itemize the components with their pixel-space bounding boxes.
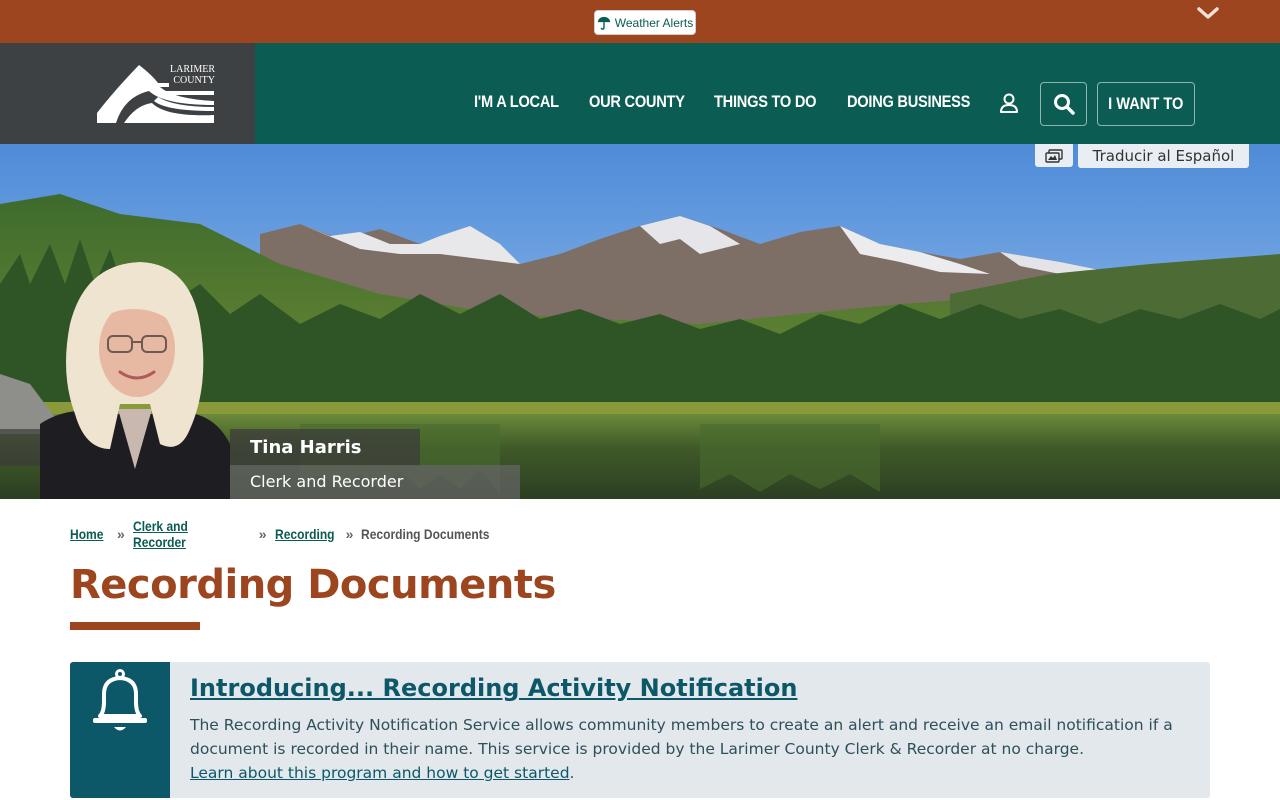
breadcrumb-home[interactable]: Home — [70, 526, 104, 542]
chevron-down-icon[interactable] — [1196, 4, 1220, 24]
breadcrumb-separator: » — [258, 526, 267, 542]
title-plate: Clerk and Recorder — [230, 465, 520, 499]
bell-icon — [93, 669, 147, 731]
translate-icon-button[interactable] — [1035, 144, 1073, 167]
i-want-to-label: I WANT TO — [1108, 94, 1184, 113]
clerk-name: Tina Harris — [250, 437, 362, 458]
nav-doing-business[interactable]: DOING BUSINESS — [847, 92, 970, 112]
logo-text: LARIMER COUNTY — [170, 64, 215, 86]
i-want-to-button[interactable]: I WANT TO — [1097, 82, 1195, 126]
breadcrumb: Home » Clerk and Recorder » Recording » … — [70, 518, 511, 550]
breadcrumb-clerk-and-recorder[interactable]: Clerk and Recorder — [133, 518, 234, 550]
search-icon — [1053, 94, 1075, 115]
nav-things-to-do[interactable]: THINGS TO DO — [714, 92, 816, 112]
notice-title-link[interactable]: Introducing... Recording Activity Notifi… — [190, 674, 797, 702]
alert-bar: Weather Alerts — [0, 0, 1280, 43]
page-title: Recording Documents — [70, 562, 556, 608]
county-logo[interactable]: LARIMER COUNTY — [0, 43, 255, 144]
user-account-icon[interactable] — [998, 92, 1020, 114]
site-header: LARIMER COUNTY I'M A LOCAL OUR COUNTY TH… — [0, 43, 1280, 144]
weather-alerts-button[interactable]: Weather Alerts — [594, 10, 696, 35]
notice-icon-box — [70, 662, 170, 798]
breadcrumb-separator: » — [117, 526, 125, 542]
translate-spanish-label: Traducir al Español — [1092, 147, 1235, 165]
breadcrumb-recording[interactable]: Recording — [275, 526, 335, 542]
clerk-title: Clerk and Recorder — [250, 472, 404, 491]
name-plate-strip — [0, 429, 40, 466]
notice-callout: Introducing... Recording Activity Notifi… — [70, 662, 1210, 798]
hero-banner: Traducir al Español Tina Harris Clerk an… — [0, 144, 1280, 499]
clerk-portrait-photo — [40, 262, 230, 499]
nav-our-county[interactable]: OUR COUNTY — [589, 92, 685, 112]
translate-icon — [1045, 148, 1063, 163]
learn-more-link[interactable]: Learn about this program and how to get … — [190, 764, 570, 782]
title-underline — [70, 622, 200, 630]
notice-link-suffix: . — [569, 764, 575, 782]
breadcrumb-separator: » — [345, 526, 354, 542]
umbrella-icon — [597, 16, 610, 30]
search-button[interactable] — [1040, 82, 1087, 126]
notice-body: The Recording Activity Notification Serv… — [190, 713, 1190, 785]
weather-alerts-label: Weather Alerts — [614, 15, 694, 30]
notice-body-text: The Recording Activity Notification Serv… — [190, 716, 1173, 758]
name-plate: Tina Harris — [230, 429, 420, 466]
translate-spanish-button[interactable]: Traducir al Español — [1078, 144, 1249, 168]
breadcrumb-current: Recording Documents — [361, 526, 490, 542]
nav-im-a-local[interactable]: I'M A LOCAL — [474, 92, 559, 112]
